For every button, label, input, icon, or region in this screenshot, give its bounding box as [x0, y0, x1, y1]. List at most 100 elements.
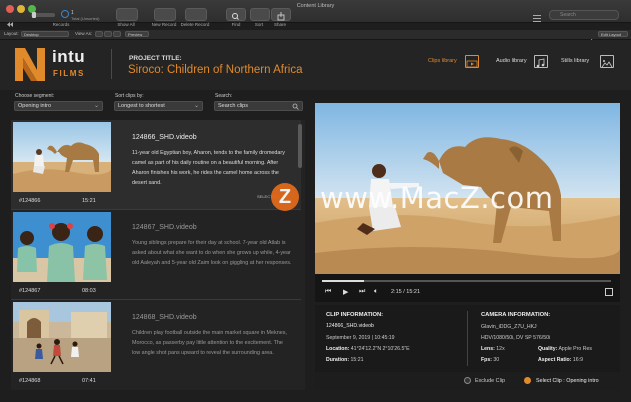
view-form-button[interactable]: [95, 31, 103, 37]
clip-duration-row: Duration: 15:21: [326, 357, 364, 363]
layout-dropdown[interactable]: Desktop: [21, 31, 69, 37]
format-icon[interactable]: Aa: [590, 31, 597, 45]
playback-progress-bar[interactable]: [322, 280, 611, 282]
sort-dropdown[interactable]: Longest to shortest ⌄: [114, 101, 203, 111]
header-divider: [111, 49, 112, 79]
audio-icon[interactable]: [534, 55, 548, 68]
record-count-caption: Total (Unsorted): [71, 16, 100, 21]
chevron-down-icon: ⌄: [193, 103, 199, 109]
layout-label: Layout:: [4, 31, 19, 36]
camera-format: HDV/1080/50i, DV SP 576/50i: [481, 335, 551, 341]
logo-subtitle: FILMS: [53, 69, 85, 78]
clip-thumbnail: [13, 302, 111, 372]
find-label: Find: [231, 22, 241, 27]
camera-aspect-row: Aspect Ratio: 16:9: [538, 357, 583, 363]
clip-list-item[interactable]: #124868 07:41 124868_SHD.videob Children…: [11, 300, 301, 389]
view-table-button[interactable]: [113, 31, 121, 37]
search-icon: [232, 13, 239, 20]
segment-dropdown[interactable]: Opening intro ⌄: [14, 101, 103, 111]
clip-duration: 07:41: [82, 378, 96, 384]
records-pie-icon: [61, 10, 69, 18]
image-icon[interactable]: [600, 55, 614, 68]
clip-title: 124866_SHD.videob: [132, 134, 197, 141]
clip-datetime: September 9, 2019 | 10:45:19: [326, 335, 395, 341]
camera-quality-row: Quality: Apple Pro Res: [538, 346, 592, 352]
camera-lens-row: Lens: 12x: [481, 346, 505, 352]
show-all-label: Show All: [117, 22, 135, 27]
camera-lens: 12x: [496, 346, 505, 352]
fullscreen-icon[interactable]: [605, 288, 613, 296]
sort-label: Sort: [254, 22, 264, 27]
clip-search-placeholder: Search clips: [218, 103, 248, 109]
clip-title: 124867_SHD.videob: [132, 224, 197, 231]
logo-wordmark: intu: [52, 47, 86, 66]
clip-list-item[interactable]: #124866 15:21 124866_SHD.videob 11-year …: [11, 120, 301, 209]
segment-value: Opening intro: [18, 103, 52, 109]
clip-thumbnail: [13, 212, 111, 282]
exclude-clip-label[interactable]: Exclude Clip: [475, 378, 505, 384]
search-icon: [292, 103, 299, 110]
watermark-badge: Z: [271, 183, 299, 211]
camera-model: Glavin_iDDG_Z7U_HKJ: [481, 324, 537, 330]
exclude-clip-radio[interactable]: [464, 377, 471, 384]
toolbar: 1 Total (Unsorted) Records Show All New …: [0, 0, 631, 30]
prev-record-icon[interactable]: [6, 14, 14, 27]
show-all-button[interactable]: [116, 8, 138, 21]
record-slider[interactable]: [31, 12, 55, 18]
clip-location-row: Location: 41°24'12.2"N 2°10'26.5"E: [326, 346, 410, 352]
quality-label: Quality:: [538, 346, 558, 352]
clip-action-bar: Exclude Clip Select Clip : Opening intro: [315, 372, 620, 390]
clip-search-input[interactable]: Search clips: [214, 101, 303, 111]
delete-record-button[interactable]: [185, 8, 207, 21]
clip-list-item[interactable]: #124867 08:03 124867_SHD.videob Young si…: [11, 210, 301, 299]
edit-layout-button[interactable]: Edit Layout: [598, 31, 628, 37]
sort-value: Longest to shortest: [118, 103, 165, 109]
select-clip-radio[interactable]: [524, 377, 531, 384]
audio-library-link[interactable]: Audio library: [496, 58, 527, 64]
clip-description: Young siblings prepare for their day at …: [132, 240, 292, 266]
clips-library-link[interactable]: Clips library: [428, 58, 457, 64]
new-record-button[interactable]: [154, 8, 176, 21]
project-title-label: PROJECT TITLE:: [129, 55, 182, 62]
select-clip-label[interactable]: Select Clip : Opening intro: [536, 378, 599, 384]
delete-record-label: Delete Record: [180, 22, 210, 27]
watermark-text: www.MacZ.com: [320, 181, 554, 215]
find-button[interactable]: [226, 8, 246, 21]
camera-quality: Apple Pro Res: [558, 346, 592, 352]
location-label: Location:: [326, 346, 350, 352]
fps-label: Fps:: [481, 357, 492, 363]
search-label: Search:: [215, 93, 233, 99]
view-list-button[interactable]: [104, 31, 112, 37]
camera-fps: 30: [493, 357, 500, 363]
volume-icon[interactable]: 🔈︎: [374, 288, 378, 296]
clip-title: 124868_SHD.videob: [132, 314, 197, 321]
intu-logo-mark: [15, 48, 45, 81]
film-icon[interactable]: [465, 55, 479, 68]
share-button[interactable]: [271, 8, 291, 21]
camera-info-heading: CAMERA INFORMATION:: [481, 312, 551, 318]
clip-list-scrollbar[interactable]: [298, 124, 302, 168]
clip-description: Children play football outside the main …: [132, 330, 287, 356]
list-view-icon[interactable]: [532, 10, 542, 22]
preview-button[interactable]: Preview: [125, 31, 149, 37]
clip-id: #124868: [19, 378, 41, 384]
sort-button[interactable]: [250, 8, 270, 21]
clip-thumbnail: [13, 122, 111, 192]
stills-library-link[interactable]: Stills library: [561, 58, 589, 64]
clip-info-panel: CLIP INFORMATION: 124866_SHD.videob Sept…: [315, 305, 620, 372]
record-slider-handle[interactable]: [32, 12, 36, 18]
clip-duration: 08:03: [82, 288, 96, 294]
aspect-label: Aspect Ratio:: [538, 357, 572, 363]
duration-label: Duration:: [326, 357, 350, 363]
toolbar-search-input[interactable]: Search: [549, 10, 619, 20]
player-controls: ⏮ ▶ ⏭ 🔈︎ 2:15 / 15:21: [315, 274, 620, 302]
view-as-label: View As:: [75, 31, 93, 36]
info-divider: [467, 311, 468, 366]
skip-forward-icon[interactable]: ⏭: [359, 288, 365, 296]
share-label: Share: [273, 22, 286, 27]
clip-list: #124866 15:21 124866_SHD.videob 11-year …: [11, 120, 305, 390]
play-icon[interactable]: ▶: [343, 288, 348, 296]
skip-back-icon[interactable]: ⏮: [325, 288, 331, 296]
clip-info-heading: CLIP INFORMATION:: [326, 312, 384, 318]
clip-filename: 124866_SHD.videob: [326, 323, 374, 329]
